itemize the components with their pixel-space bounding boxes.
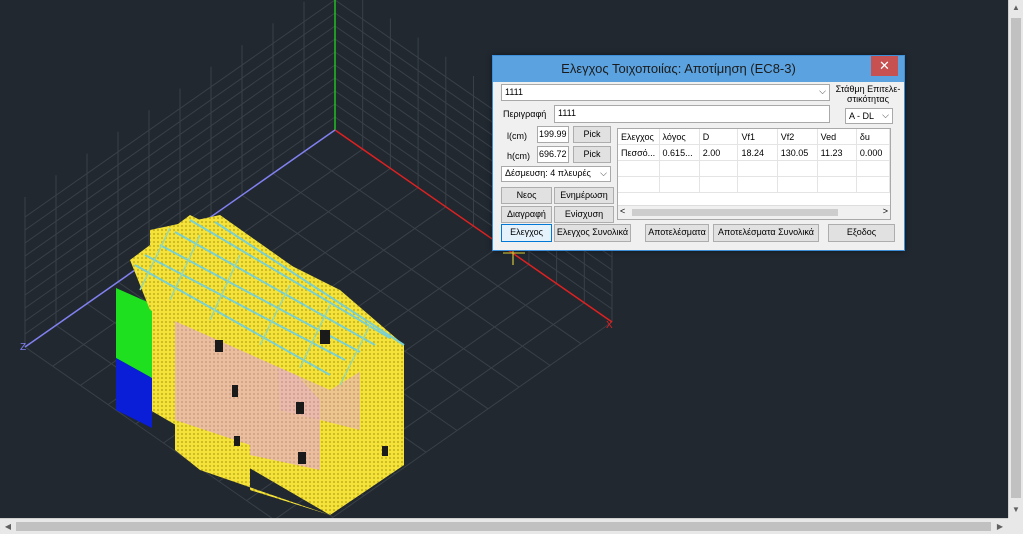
scroll-down-icon[interactable]: ▼ [1009,502,1023,518]
strengthen-button[interactable]: Ενίσχυση [554,206,614,223]
horizontal-scrollbar[interactable]: ◀ ▶ [0,518,1008,534]
restraint-value: Δέσμευση: 4 πλευρές [505,168,591,178]
table-cell: Πεσσό... [618,144,660,161]
column-header[interactable]: D [699,129,739,145]
table-horizontal-scrollbar[interactable]: < > [618,205,890,219]
table-row [618,176,890,193]
table-cell: 2.00 [699,144,739,161]
check-all-button[interactable]: Ελεγχος Συνολικά [554,224,631,242]
column-header[interactable]: δu [856,129,890,145]
chevron-down-icon: ⌵ [882,110,889,120]
scroll-up-icon[interactable]: ▲ [1009,0,1023,16]
height-label: h(cm) [507,151,530,161]
masonry-check-dialog: Ελεγχος Τοιχοποιίας: Αποτίμηση (EC8-3) ✕… [492,55,905,251]
results-all-button[interactable]: Αποτελέσματα Συνολικά [713,224,819,242]
length-input[interactable]: 199.99 [537,126,569,143]
pick-length-button[interactable]: Pick [573,126,611,143]
building-model [116,215,405,515]
column-header[interactable]: Ελεγχος [618,129,660,145]
dialog-title: Ελεγχος Τοιχοποιίας: Αποτίμηση (EC8-3) [561,61,796,76]
column-header[interactable]: Vf1 [737,129,778,145]
column-header[interactable]: Vf2 [777,129,818,145]
axis-x-label: X [606,320,613,331]
table-cell: 0.000 [856,144,890,161]
check-button[interactable]: Ελεγχος [501,224,552,242]
scroll-right-icon[interactable]: > [883,206,888,216]
height-input[interactable]: 696.72 [537,146,569,163]
update-button[interactable]: Ενημέρωση [554,187,614,204]
table-cell: 11.23 [817,144,857,161]
element-selector[interactable]: 1111 ⌵ [501,84,830,101]
performance-level-select[interactable]: A - DL ⌵ [845,108,893,124]
results-table[interactable]: Ελεγχος λόγος D Vf1 Vf2 Ved δu Πεσσό... … [617,128,891,220]
description-input[interactable]: 1111 [554,105,830,123]
scroll-right-icon[interactable]: ▶ [992,519,1008,534]
vertical-scrollbar[interactable]: ▲ ▼ [1008,0,1023,518]
table-row[interactable]: Πεσσό... 0.615... 2.00 18.24 130.05 11.2… [618,144,890,161]
chevron-down-icon: ⌵ [819,86,826,96]
restraint-select[interactable]: Δέσμευση: 4 πλευρές ⌵ [501,166,611,182]
column-header[interactable]: Ved [817,129,857,145]
length-label: l(cm) [507,131,527,141]
table-row [618,160,890,177]
new-button[interactable]: Νεος [501,187,552,204]
table-cell: 130.05 [777,144,818,161]
axis-z-label: Z [20,342,26,353]
performance-level-value: A - DL [849,111,875,121]
table-cell: 18.24 [737,144,778,161]
description-label: Περιγραφή [503,109,547,119]
close-icon[interactable]: ✕ [871,56,898,76]
scroll-corner [1008,518,1023,534]
dialog-titlebar[interactable]: Ελεγχος Τοιχοποιίας: Αποτίμηση (EC8-3) ✕ [493,56,904,82]
scroll-left-icon[interactable]: < [620,206,625,216]
chevron-down-icon: ⌵ [600,168,607,178]
table-scroll-thumb[interactable] [632,209,838,216]
column-header[interactable]: λόγος [659,129,700,145]
vertical-scroll-thumb[interactable] [1011,18,1021,498]
pick-height-button[interactable]: Pick [573,146,611,163]
element-selector-value: 1111 [505,87,524,97]
performance-level-label: Στάθμη Επιτελε- στικότητας [835,84,901,104]
scroll-left-icon[interactable]: ◀ [0,519,16,534]
table-cell: 0.615... [659,144,700,161]
horizontal-scroll-thumb[interactable] [16,522,991,531]
delete-button[interactable]: Διαγραφή [501,206,552,223]
exit-button[interactable]: Εξοδος [828,224,895,242]
table-header-row: Ελεγχος λόγος D Vf1 Vf2 Ved δu [618,129,890,145]
results-button[interactable]: Αποτελέσματα [645,224,709,242]
